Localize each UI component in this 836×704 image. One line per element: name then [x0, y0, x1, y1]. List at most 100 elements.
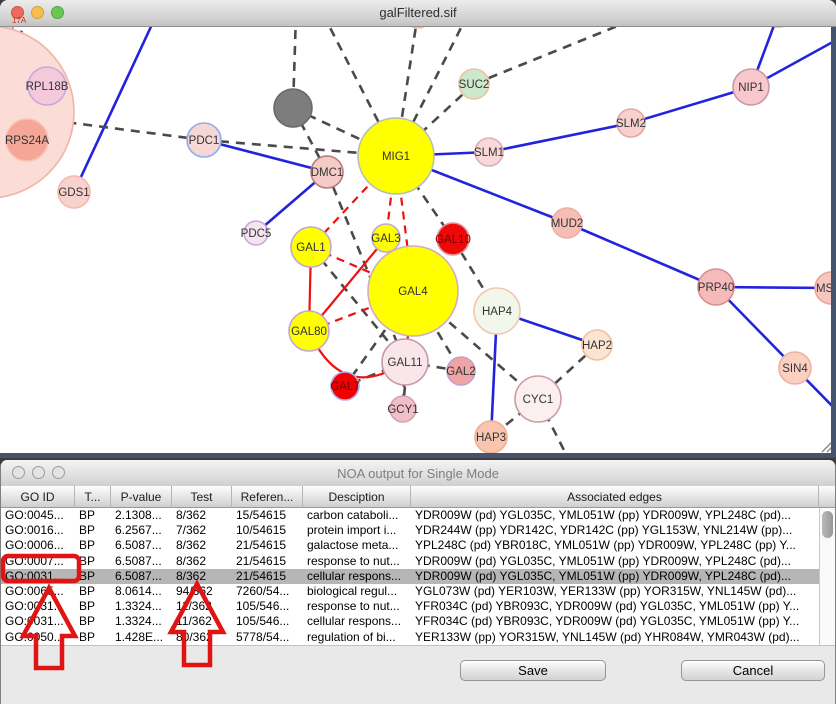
node-label: GAL11 — [388, 357, 423, 369]
table-row[interactable]: GO:0050...BP1.428E...80/3625778/54...reg… — [1, 630, 819, 645]
table-row[interactable]: GO:0016...BP6.2567...7/36210/54615protei… — [1, 523, 819, 538]
node-label: GAL3 — [371, 233, 400, 245]
column-header-desciption[interactable]: Desciption — [303, 486, 411, 508]
node-slm2[interactable]: SLM2 — [616, 109, 646, 137]
table-cell: cellular respons... — [303, 569, 411, 584]
table-cell: GO:0031... — [1, 599, 75, 614]
node-label: PDC5 — [241, 228, 272, 240]
table-cell: protein import i... — [303, 523, 411, 538]
node-label: PDC1 — [189, 135, 220, 147]
node-gds1[interactable]: GDS1 — [58, 176, 90, 208]
node-rps24a[interactable]: RPS24A — [5, 119, 49, 161]
table-cell: 21/54615 — [232, 538, 303, 553]
node-bigpink[interactable] — [0, 26, 74, 198]
clipped-node-label: 17A — [12, 16, 26, 25]
table-cell: BP — [75, 630, 111, 645]
save-button[interactable]: Save — [460, 660, 606, 681]
table-cell: YGL073W (pd) YER103W, YER133W (pp) YOR31… — [411, 584, 819, 599]
node-label: PRP40 — [698, 282, 734, 294]
dialog-button-panel: Save Cancel — [1, 645, 835, 704]
table-cell: YFR034C (pd) YBR093C, YDR009W (pd) YGL03… — [411, 614, 819, 629]
table-cell: 7/362 — [172, 523, 232, 538]
dialog-title: NOA output for Single Mode — [1, 466, 835, 481]
table-row[interactable]: GO:0031...BP6.5087...8/36221/54615cellul… — [1, 569, 819, 584]
table-row[interactable]: GO:0031...BP1.3324...11/362105/546...cel… — [1, 614, 819, 629]
table-row[interactable]: GO:0065...BP8.0614...94/3627260/54...bio… — [1, 584, 819, 599]
node-gray[interactable] — [274, 89, 312, 127]
table-cell: 8.0614... — [111, 584, 172, 599]
node-gal80[interactable]: GAL80 — [289, 311, 329, 351]
node-gal3[interactable]: GAL3 — [371, 224, 400, 252]
node-label: DMC1 — [311, 167, 344, 179]
table-cell: YFR034C (pd) YBR093C, YDR009W (pd) YGL03… — [411, 599, 819, 614]
table-cell: 6.5087... — [111, 569, 172, 584]
cancel-button[interactable]: Cancel — [681, 660, 825, 681]
node-gal1[interactable]: GAL1 — [291, 227, 331, 267]
node-hap2[interactable]: HAP2 — [582, 330, 612, 360]
table-cell: 21/54615 — [232, 569, 303, 584]
vertical-scrollbar[interactable] — [819, 508, 836, 645]
node-label: NIP1 — [738, 82, 764, 94]
table-cell: YDR244W (pp) YDR142C, YDR142C (pp) YGL15… — [411, 523, 819, 538]
table-cell: 10/54615 — [232, 523, 303, 538]
table-row[interactable]: GO:0007...BP6.5087...8/36221/54615respon… — [1, 554, 819, 569]
edge — [474, 26, 647, 84]
node-label: GDS1 — [58, 187, 89, 199]
node-slm1[interactable]: SLM1 — [474, 138, 504, 166]
node-gal2[interactable]: GAL2 — [446, 357, 475, 385]
table-cell: 8/362 — [172, 508, 232, 523]
node-mud2[interactable]: MUD2 — [551, 208, 584, 238]
column-header-go-id[interactable]: GO ID — [1, 486, 75, 508]
noa-output-dialog: NOA output for Single Mode GO IDT...P-va… — [0, 460, 836, 704]
table-cell: GO:0007... — [1, 554, 75, 569]
dialog-titlebar[interactable]: NOA output for Single Mode — [1, 460, 835, 487]
table-cell: BP — [75, 554, 111, 569]
column-header-associated-edges[interactable]: Associated edges — [411, 486, 819, 508]
column-header-t-[interactable]: T... — [75, 486, 111, 508]
table-cell: GO:0031... — [1, 569, 75, 584]
graph-window: RPL18B RPS24A GDS1 PDC1 DMC1 MIG1 SUC2 SLM1 SLM2… — [0, 0, 836, 458]
table-cell: 2.1308... — [111, 508, 172, 523]
column-header-test[interactable]: Test — [172, 486, 232, 508]
node-label: SLM2 — [616, 118, 646, 130]
table-cell: BP — [75, 508, 111, 523]
table-row[interactable]: GO:0006...BP6.5087...8/36221/54615galact… — [1, 538, 819, 553]
node-cyc1[interactable]: CYC1 — [515, 376, 561, 422]
table-cell: 15/54615 — [232, 508, 303, 523]
node-hap4[interactable]: HAP4 — [474, 288, 520, 334]
node-gal11[interactable]: GAL11 — [382, 339, 428, 385]
graph-window-titlebar[interactable]: galFiltered.sif — [0, 0, 836, 27]
node-hap3[interactable]: HAP3 — [475, 421, 507, 453]
node-suc2[interactable]: SUC2 — [459, 69, 490, 99]
column-header-referen-[interactable]: Referen... — [232, 486, 303, 508]
node-dmc1[interactable]: DMC1 — [311, 156, 344, 188]
table-cell: YDR009W (pd) YGL035C, YML051W (pp) YDR00… — [411, 569, 819, 584]
node-prp40[interactable]: PRP40 — [698, 269, 734, 305]
table-cell: BP — [75, 569, 111, 584]
results-table: GO:0045...BP2.1308...8/36215/54615carbon… — [1, 508, 819, 645]
scrollbar-thumb[interactable] — [822, 511, 833, 538]
column-header-p-value[interactable]: P-value — [111, 486, 172, 508]
network-canvas[interactable]: RPL18B RPS24A GDS1 PDC1 DMC1 MIG1 SUC2 SLM1 SLM2… — [0, 26, 836, 458]
node-gcy1[interactable]: GCY1 — [387, 396, 418, 422]
table-cell: BP — [75, 584, 111, 599]
table-cell: GO:0050... — [1, 630, 75, 645]
edge — [489, 123, 631, 152]
node-sin4[interactable]: SIN4 — [779, 352, 811, 384]
node-gal4[interactable]: GAL4 — [368, 246, 458, 336]
node-label: RPL18B — [26, 81, 69, 93]
table-cell: 8/362 — [172, 538, 232, 553]
table-cell: GO:0016... — [1, 523, 75, 538]
node-gal7[interactable]: GAL7 — [330, 372, 359, 400]
node-nip1[interactable]: NIP1 — [733, 69, 769, 105]
node-pdc1[interactable]: PDC1 — [187, 123, 221, 157]
node-label: MUD2 — [551, 218, 584, 230]
node-gal10[interactable]: GAL10 — [435, 223, 471, 255]
table-row[interactable]: GO:0031...BP1.3324...11/362105/546...res… — [1, 599, 819, 614]
node-label: GAL10 — [435, 234, 471, 246]
table-cell: YPL248C (pd) YBR018C, YML051W (pp) YDR00… — [411, 538, 819, 553]
table-row[interactable]: GO:0045...BP2.1308...8/36215/54615carbon… — [1, 508, 819, 523]
table-cell: YDR009W (pd) YGL035C, YML051W (pp) YDR00… — [411, 554, 819, 569]
table-cell: 1.3324... — [111, 599, 172, 614]
node-mig1[interactable]: MIG1 — [358, 118, 434, 194]
